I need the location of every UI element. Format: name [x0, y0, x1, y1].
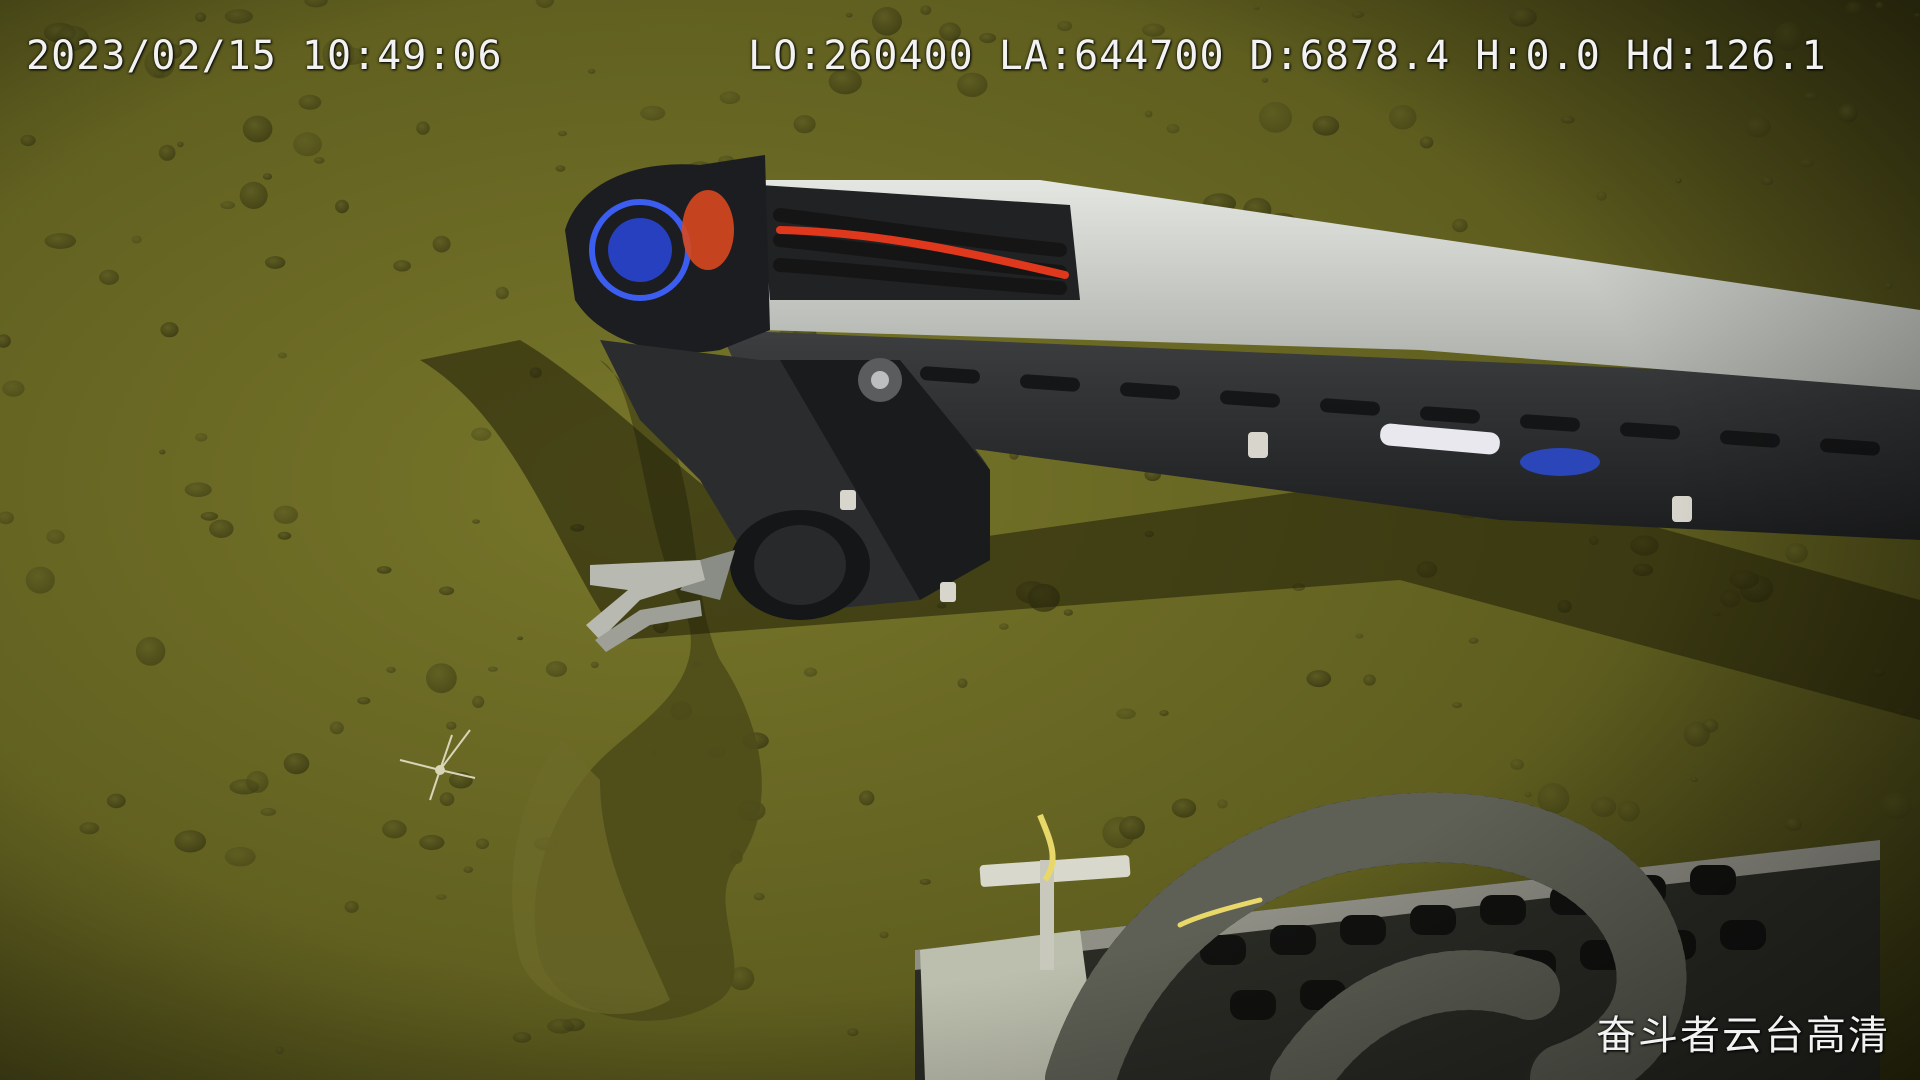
overlay-telemetry: LO:260400 LA:644700 D:6878.4 H:0.0 Hd:12…: [748, 33, 1827, 79]
vignette: [0, 0, 1920, 1080]
overlay-camera-label: 奋斗者云台高清: [1596, 1013, 1890, 1059]
camera-feed: 2023/02/15 10:49:06 LO:260400 LA:644700 …: [0, 0, 1920, 1080]
overlay-datetime: 2023/02/15 10:49:06: [26, 33, 503, 79]
seafloor-scene: [0, 0, 1920, 1080]
